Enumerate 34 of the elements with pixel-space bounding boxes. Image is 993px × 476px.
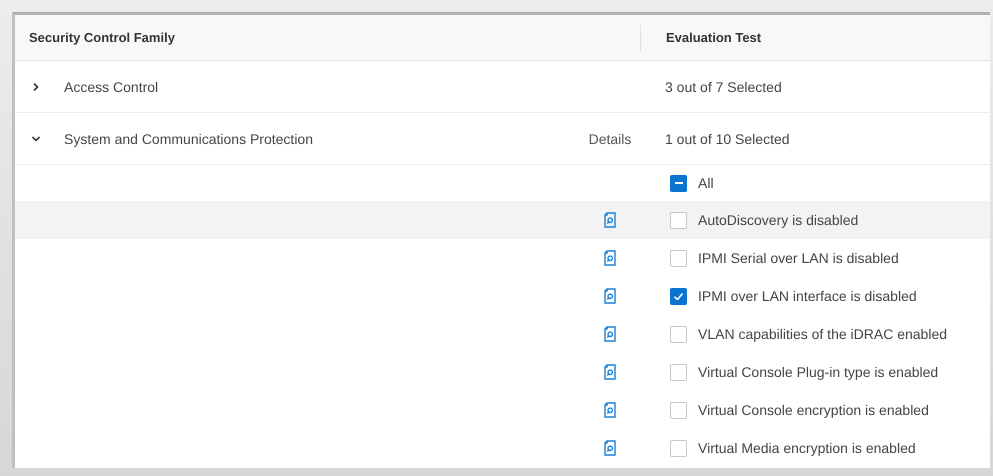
checkbox-label: AutoDiscovery is disabled (698, 212, 858, 228)
document-search-icon[interactable] (604, 250, 616, 266)
chevron-icon[interactable] (31, 82, 41, 92)
document-search-icon[interactable] (604, 402, 616, 418)
checkbox-label: IPMI Serial over LAN is disabled (698, 250, 899, 266)
checkbox[interactable] (670, 250, 687, 266)
checkbox[interactable] (670, 212, 687, 228)
checkbox[interactable] (670, 364, 687, 380)
details-link[interactable]: Details (588, 130, 632, 146)
chevron-icon[interactable] (31, 134, 41, 144)
checkbox-label: VLAN capabilities of the iDRAC enabled (698, 326, 948, 342)
checkbox-label: Virtual Console Plug-in type is enabled (698, 364, 938, 380)
document-search-icon[interactable] (604, 364, 616, 380)
column-header: Evaluation Test (666, 30, 762, 45)
document-search-icon[interactable] (604, 212, 616, 228)
check-icon (674, 292, 683, 300)
selection-count: 1 out of 10 Selected (665, 130, 790, 146)
checkbox[interactable] (670, 402, 687, 418)
checkbox[interactable] (670, 288, 687, 304)
document-search-icon[interactable] (604, 288, 616, 304)
column-header: Security Control Family (29, 30, 175, 45)
document-search-icon[interactable] (604, 440, 616, 456)
family-name: System and Communications Protection (64, 130, 314, 146)
checkbox[interactable] (670, 326, 687, 342)
family-name: Access Control (64, 78, 160, 94)
checkbox-label: IPMI over LAN interface is disabled (698, 288, 917, 304)
checkbox-label: Virtual Media encryption is enabled (698, 440, 916, 456)
dash-icon (674, 182, 682, 184)
select-all-checkbox[interactable] (670, 174, 687, 192)
checkbox-label: Virtual Console encryption is enabled (698, 402, 929, 418)
document-search-icon[interactable] (604, 326, 616, 342)
checkbox-label: All (698, 175, 714, 191)
checkbox[interactable] (670, 440, 687, 456)
selection-count: 3 out of 7 Selected (665, 78, 782, 94)
